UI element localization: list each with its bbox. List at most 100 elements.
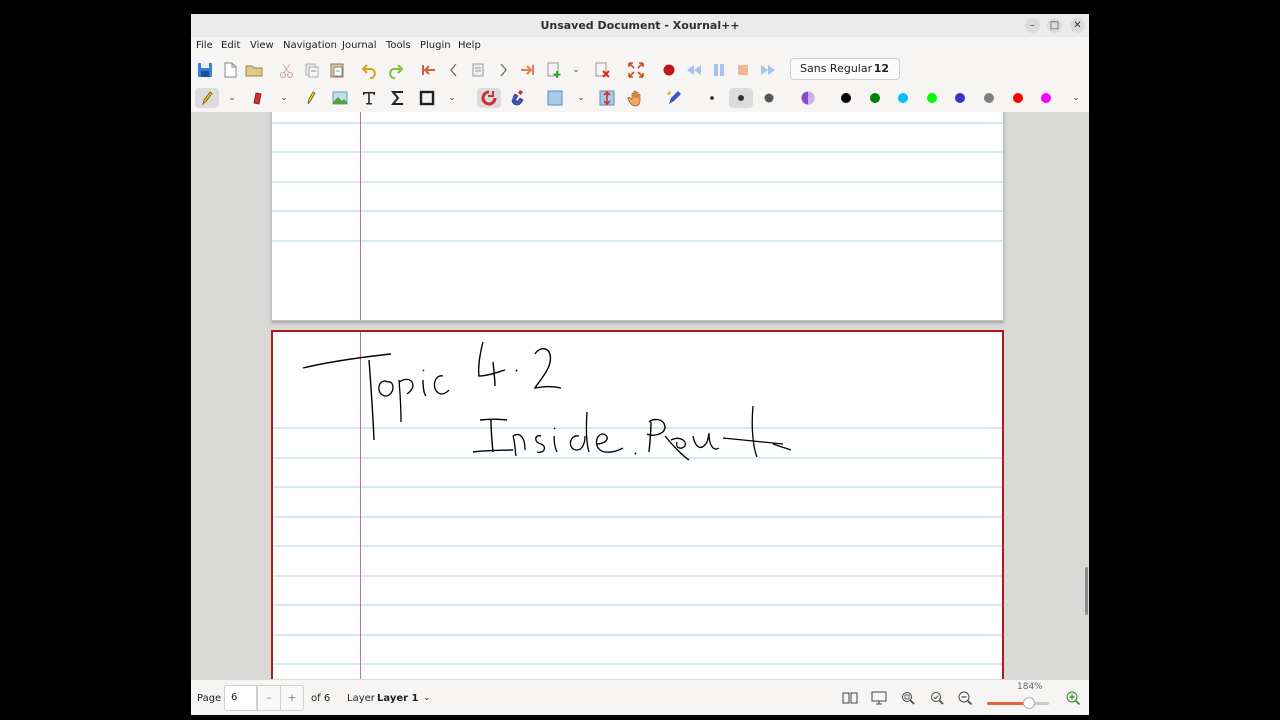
page-decrement-button[interactable]: – [257,685,281,711]
zoom-slider-handle[interactable] [1023,697,1036,709]
zoom-level-label: 184% [1017,682,1043,692]
zoom-reset-button[interactable] [929,690,945,706]
shape-dropdown[interactable]: ⌄ [446,90,458,106]
page-increment-button[interactable]: + [280,685,304,711]
color-black-swatch[interactable] [841,93,851,103]
thin-size-button[interactable] [702,88,722,108]
vertical-space-icon [599,90,615,106]
select-rectangle-button[interactable] [545,88,565,108]
select-dropdown[interactable]: ⌄ [575,90,587,106]
cut-button[interactable] [277,60,297,80]
highlighter-tool-button[interactable] [301,88,321,108]
minimize-button[interactable]: – [1025,18,1040,33]
color-green-swatch[interactable] [870,93,880,103]
magnet-icon [511,90,524,106]
previous-page-button[interactable] [444,60,464,80]
stop-button[interactable] [733,60,753,80]
open-button[interactable] [244,60,264,80]
app-window: Unsaved Document - Xournal++ – □ ✕ File … [191,14,1089,715]
layer-dropdown[interactable]: ⌄ [423,693,431,703]
fill-button[interactable] [798,88,818,108]
color-red-swatch[interactable] [1013,93,1023,103]
redo-button[interactable] [385,60,405,80]
page-number-input[interactable]: 6 [224,685,257,711]
chevron-down-icon: ⌄ [423,693,431,703]
zoom-fit-button[interactable] [900,690,916,706]
rectangle-icon [419,90,435,106]
page-current[interactable] [271,330,1004,679]
title-bar[interactable]: Unsaved Document - Xournal++ – □ ✕ [191,14,1089,37]
hand-tool-button[interactable] [626,88,646,108]
save-button[interactable] [195,60,215,80]
menu-view[interactable]: View [250,40,274,51]
first-page-button[interactable] [419,60,439,80]
rewind-button[interactable] [684,60,704,80]
vertical-scrollbar[interactable] [1085,567,1088,615]
snap-button[interactable] [507,88,527,108]
vertical-space-button[interactable] [597,88,617,108]
pause-button[interactable] [709,60,729,80]
dot-small-icon [710,96,714,100]
pen-tool-button[interactable] [195,88,219,108]
color-lime-swatch[interactable] [927,93,937,103]
record-icon [663,64,675,76]
status-bar: Page 6 – + of 6 Layer Layer 1 ⌄ 184% [191,679,1089,715]
zoom-slider[interactable] [987,697,1049,709]
chevron-down-icon: ⌄ [1072,93,1080,103]
paste-button[interactable] [327,60,347,80]
page-previous[interactable] [271,112,1004,321]
eraser-dropdown[interactable]: ⌄ [278,90,290,106]
image-tool-button[interactable] [330,88,350,108]
font-selector[interactable]: Sans Regular 12 [790,58,900,80]
menu-navigation[interactable]: Navigation [283,40,337,51]
layer-selector[interactable]: Layer 1 [377,693,418,704]
text-tool-button[interactable] [359,88,379,108]
copy-button[interactable] [302,60,322,80]
default-tool-button[interactable] [664,88,684,108]
delete-page-button[interactable] [592,60,612,80]
zoom-check-icon [931,692,944,705]
zoom-out-icon [958,691,973,706]
pen-dropdown[interactable]: ⌄ [226,90,238,106]
new-document-button[interactable] [220,60,240,80]
insert-page-button[interactable] [544,60,564,80]
fill-icon [801,91,815,105]
dual-page-button[interactable] [842,690,858,706]
goto-page-button[interactable] [468,60,488,80]
menu-file[interactable]: File [196,40,213,51]
menu-help[interactable]: Help [458,40,481,51]
menu-edit[interactable]: Edit [221,40,240,51]
zoom-in-button[interactable] [1065,690,1081,706]
color-blue-swatch[interactable] [955,93,965,103]
menu-plugin[interactable]: Plugin [420,40,451,51]
medium-size-button[interactable] [729,88,753,108]
zoom-out-button[interactable] [957,690,973,706]
shape-tool-button[interactable] [417,88,437,108]
shape-recognizer-button[interactable] [477,88,501,108]
color-cyan-swatch[interactable] [898,93,908,103]
math-tool-button[interactable] [388,88,408,108]
fast-forward-button[interactable] [758,60,778,80]
insert-page-dropdown[interactable]: ⌄ [570,62,582,78]
presentation-icon [871,691,887,705]
thick-size-button[interactable] [759,88,779,108]
color-gray-swatch[interactable] [984,93,994,103]
zoom-in-icon [1066,691,1081,706]
presentation-mode-button[interactable] [871,690,887,706]
document-canvas[interactable] [191,112,1089,679]
font-name: Sans Regular [800,62,873,75]
menu-tools[interactable]: Tools [386,40,411,51]
next-page-button[interactable] [493,60,513,80]
stop-icon [738,65,748,75]
close-button[interactable]: ✕ [1070,18,1085,33]
fullscreen-button[interactable] [626,60,646,80]
last-page-button[interactable] [517,60,537,80]
eraser-tool-button[interactable] [248,88,268,108]
undo-button[interactable] [360,60,380,80]
color-magenta-swatch[interactable] [1041,93,1051,103]
maximize-button[interactable]: □ [1047,18,1062,33]
pen-icon [202,91,213,106]
color-dropdown[interactable]: ⌄ [1070,90,1082,106]
menu-journal[interactable]: Journal [342,40,377,51]
record-button[interactable] [659,60,679,80]
